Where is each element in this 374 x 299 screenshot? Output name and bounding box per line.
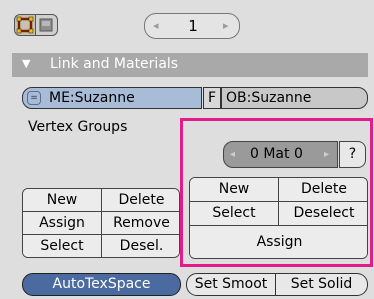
vertex-group-select-button[interactable]: Select	[23, 235, 102, 257]
panel-header[interactable]: ▼ Link and Materials	[12, 53, 368, 77]
mesh-view-icon[interactable]	[14, 14, 36, 36]
fake-user-button[interactable]: F	[203, 87, 221, 109]
decrement-arrow-icon[interactable]: ◂	[153, 19, 159, 32]
set-solid-button[interactable]: Set Solid	[276, 273, 368, 296]
increment-arrow-icon[interactable]: ▸	[223, 19, 229, 32]
vertex-groups-label: Vertex Groups	[28, 119, 128, 135]
object-datablock-field[interactable]: OB:Suzanne	[221, 87, 368, 109]
number-value: 1	[188, 17, 198, 35]
vertex-group-deselect-button[interactable]: Desel.	[102, 235, 179, 257]
object-name: OB:Suzanne	[226, 90, 312, 106]
vertex-groups-buttons: New Delete Assign Remove Select Desel.	[22, 188, 180, 258]
vertex-group-delete-button[interactable]: Delete	[102, 189, 179, 212]
browse-menu-icon[interactable]: =	[27, 91, 41, 105]
collapse-triangle-icon[interactable]: ▼	[22, 57, 30, 70]
vertex-group-remove-button[interactable]: Remove	[102, 212, 179, 235]
vertex-group-new-button[interactable]: New	[23, 189, 102, 212]
highlight-box	[180, 118, 373, 267]
mesh-name: ME:Suzanne	[49, 90, 135, 106]
mesh-datablock-field[interactable]: = ME:Suzanne	[22, 87, 202, 109]
number-field[interactable]: ◂ 1 ▸	[144, 13, 240, 39]
panel-title: Link and Materials	[50, 56, 179, 72]
set-smooth-button[interactable]: Set Smoot	[186, 273, 276, 296]
vertex-group-assign-button[interactable]: Assign	[23, 212, 102, 235]
image-icon[interactable]	[36, 14, 58, 36]
autotexspace-toggle[interactable]: AutoTexSpace	[22, 273, 181, 296]
